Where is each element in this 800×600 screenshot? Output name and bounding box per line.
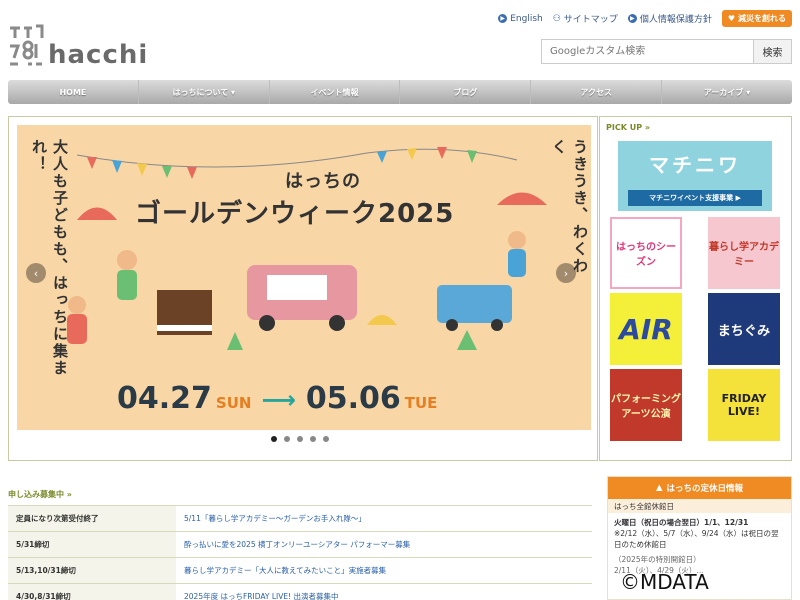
watermark: ©MDATA: [620, 570, 709, 594]
table-row: 定員になり次第受付終了 5/11「暮らし学アカデミー〜ガーデンお手入れ隊〜」: [8, 505, 592, 532]
table-row: 5/31締切 酔っ払いに愛を2025 横丁オンリーユーシアター パフォーマー募集: [8, 531, 592, 558]
slider-dot[interactable]: [323, 436, 329, 442]
deadline-cell: 5/13,10/31締切: [8, 557, 176, 584]
banner-date-range: 04.27 SUN ⟶ 05.06 TUE: [117, 381, 437, 416]
english-link-label: English: [510, 13, 543, 24]
donate-button[interactable]: ♥ 減災を創れる: [721, 10, 792, 27]
sitemap-link[interactable]: ⚇ サイトマップ: [552, 12, 618, 26]
pickup-tile-label: パフォーミングアーツ公演: [611, 394, 681, 420]
hero-banner[interactable]: はっちの ゴールデンウィーク2025 大人も子どもも、はっちに集まれ！ うきうき…: [17, 125, 591, 430]
search-box: 検索: [541, 39, 792, 64]
slider-dot[interactable]: [284, 436, 290, 442]
end-dow: TUE: [404, 394, 438, 412]
start-dow: SUN: [215, 394, 252, 412]
pickup-tile-performing-arts[interactable]: パフォーミングアーツ公演: [610, 369, 682, 441]
holiday-title: はっちの定休日情報: [666, 484, 744, 494]
slider-dot[interactable]: [271, 436, 277, 442]
holiday-header: ▲ はっちの定休日情報: [608, 477, 791, 499]
nav-item-access[interactable]: アクセス: [531, 80, 663, 104]
pickup-tile-friday-live[interactable]: FRIDAY LIVE!: [708, 369, 780, 441]
warning-icon: ▲: [655, 483, 663, 493]
pickup-tile-label: AIR: [619, 312, 673, 346]
event-link[interactable]: 暮らし学アカデミー「大人に教えてみたいこと」実施者募集: [176, 557, 592, 584]
pickup-tile-label: はっちのシーズン: [616, 242, 676, 268]
event-link[interactable]: 5/11「暮らし学アカデミー〜ガーデンお手入れ隊〜」: [176, 505, 592, 532]
pickup-title: PICK UP »: [606, 123, 651, 132]
sitemap-link-label: サイトマップ: [563, 15, 618, 25]
arrow-circle-icon: ▶: [498, 14, 508, 23]
apply-table: 定員になり次第受付終了 5/11「暮らし学アカデミー〜ガーデンお手入れ隊〜」 5…: [8, 505, 592, 600]
deadline-cell: 定員になり次第受付終了: [8, 505, 176, 532]
holiday-subtitle: はっち全館休館日: [608, 499, 791, 513]
event-link[interactable]: 2025年度 はっちFRIDAY LIVE! 出演者募集中: [176, 583, 592, 600]
apply-section-title: 申し込み募集中 »: [8, 490, 72, 499]
start-date: 04.27: [117, 381, 212, 416]
hacchi-logo-mark-icon[interactable]: [8, 22, 44, 70]
sitemap-icon: ⚇: [552, 13, 561, 24]
holiday-line: （2025年の特別開館日）: [614, 555, 701, 564]
donate-label: 減災を創れる: [738, 14, 786, 23]
pickup-tile-season[interactable]: はっちのシーズン: [610, 217, 682, 289]
nav-item-home[interactable]: HOME: [8, 80, 139, 104]
pickup-tile-label: 暮らし学アカデミー: [709, 242, 779, 268]
holiday-line: ※2/12（水）、5/7（水）、9/24（水）は祝日の翌日のため休館日: [614, 529, 779, 549]
top-links: ▶ English ⚇ サイトマップ ▶ 個人情報保護方針 ♥ 減災を創れる: [498, 10, 792, 27]
pickup-tile-air[interactable]: AIR: [610, 293, 682, 365]
deadline-cell: 4/30,8/31締切: [8, 583, 176, 600]
machiniwa-support-label: マチニワイベント支援事業 ▶: [628, 190, 762, 206]
table-row: 4/30,8/31締切 2025年度 はっちFRIDAY LIVE! 出演者募集…: [8, 583, 592, 600]
search-input[interactable]: [541, 39, 754, 64]
slider-dot[interactable]: [297, 436, 303, 442]
logo-text[interactable]: hacchi: [48, 40, 148, 70]
banner-title-main: ゴールデンウィーク2025: [135, 199, 455, 229]
search-button[interactable]: 検索: [754, 39, 792, 64]
pickup-panel: PICK UP » マチニワ マチニワイベント支援事業 ▶ はっちのシーズン 暮…: [599, 116, 792, 461]
machiniwa-banner[interactable]: マチニワ マチニワイベント支援事業 ▶: [618, 141, 772, 211]
machiniwa-title: マチニワ: [649, 153, 741, 177]
main-nav: HOME はっちについて ▾ イベント情報 ブログ アクセス アーカイブ ▾: [8, 80, 792, 104]
banner-title: はっちの ゴールデンウィーク2025: [135, 167, 454, 230]
nav-item-about[interactable]: はっちについて ▾: [139, 80, 270, 104]
slider-next-button[interactable]: ›: [556, 263, 576, 283]
english-link[interactable]: ▶ English: [498, 14, 543, 24]
deadline-cell: 5/31締切: [8, 531, 176, 558]
end-date: 05.06: [305, 381, 401, 416]
pickup-tile-academy[interactable]: 暮らし学アカデミー: [708, 217, 780, 289]
arrow-circle-icon: ▶: [627, 14, 637, 23]
banner-title-small: はっちの: [285, 171, 361, 192]
heart-icon: ♥: [727, 14, 735, 23]
privacy-link-label: 個人情報保護方針: [639, 15, 712, 25]
event-link[interactable]: 酔っ払いに愛を2025 横丁オンリーユーシアター パフォーマー募集: [176, 531, 592, 558]
pickup-tile-label: まちぐみ: [717, 323, 771, 339]
date-arrow-icon: ⟶: [261, 386, 296, 414]
pickup-tile-machigumi[interactable]: まちぐみ: [708, 293, 780, 365]
nav-item-blog[interactable]: ブログ: [400, 80, 532, 104]
nav-item-archive[interactable]: アーカイブ ▾: [662, 80, 792, 104]
slider-prev-button[interactable]: ‹: [26, 263, 46, 283]
table-row: 5/13,10/31締切 暮らし学アカデミー「大人に教えてみたいこと」実施者募集: [8, 557, 592, 584]
nav-item-events[interactable]: イベント情報: [270, 80, 401, 104]
pickup-tile-label: FRIDAY LIVE!: [721, 392, 767, 418]
hero-slider: はっちの ゴールデンウィーク2025 大人も子どもも、はっちに集まれ！ うきうき…: [8, 116, 598, 461]
holiday-line: 火曜日（祝日の場合翌日）1/1、12/31: [614, 518, 749, 527]
privacy-link[interactable]: ▶ 個人情報保護方針: [627, 12, 712, 25]
slider-dot[interactable]: [310, 436, 316, 442]
slider-dots: [271, 436, 329, 442]
